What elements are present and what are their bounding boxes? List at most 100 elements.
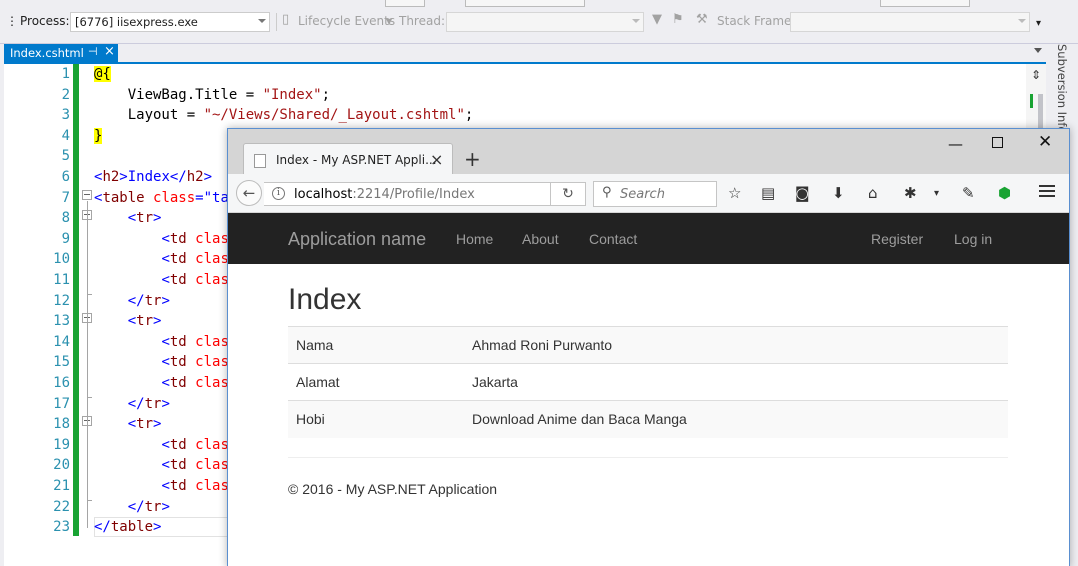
nav-register[interactable]: Register xyxy=(871,231,923,247)
subversion-info-tab[interactable]: Subversion Info xyxy=(1055,44,1069,133)
addon-shield-icon[interactable]: ⬢ xyxy=(998,184,1011,202)
line-number: 10 xyxy=(53,251,70,268)
minimize-icon[interactable]: — xyxy=(948,135,963,153)
close-icon[interactable]: × xyxy=(430,150,443,169)
page-footer: © 2016 - My ASP.NET Application xyxy=(288,481,498,497)
back-button[interactable]: ← xyxy=(236,180,262,206)
row-value: Download Anime dan Baca Manga xyxy=(464,400,1008,438)
tab-overflow-icon[interactable] xyxy=(1034,48,1042,53)
page-title: Index xyxy=(288,283,362,316)
code-line-12: </tr> xyxy=(127,292,170,309)
filter-icon[interactable]: ▼ xyxy=(652,12,662,27)
tab-index-cshtml[interactable]: Index.cshtml ⊣ × xyxy=(4,44,118,62)
change-tracking-bar xyxy=(73,64,79,536)
table-row: Alamat Jakarta xyxy=(288,363,1008,401)
line-number: 17 xyxy=(53,395,70,412)
table-row: Hobi Download Anime dan Baca Manga xyxy=(288,400,1008,438)
toolbar-overflow-row xyxy=(0,0,1078,8)
line-number: 18 xyxy=(53,416,70,433)
pocket-icon[interactable]: ◙ xyxy=(795,184,810,202)
brand-link[interactable]: Application name xyxy=(288,229,426,250)
nav-login[interactable]: Log in xyxy=(954,231,992,247)
line-number: 23 xyxy=(53,519,70,536)
web-page: Application name Home About Contact Regi… xyxy=(228,213,1069,566)
chevron-down-icon xyxy=(258,19,266,23)
process-grip-icon[interactable]: ⋮ xyxy=(6,14,18,28)
change-marker xyxy=(1030,94,1033,108)
stack-frame-combo[interactable] xyxy=(790,12,1030,32)
line-number: 9 xyxy=(61,230,70,247)
line-number: 20 xyxy=(53,457,70,474)
line-number: 12 xyxy=(53,292,70,309)
process-combo[interactable]: [6776] iisexpress.exe xyxy=(70,12,270,32)
code-line-21: <td clas xyxy=(161,478,229,494)
row-value: Jakarta xyxy=(464,363,1008,401)
line-number: 13 xyxy=(53,313,70,330)
line-number: 5 xyxy=(61,148,70,165)
search-icon: ⚲ xyxy=(602,185,612,200)
close-window-icon[interactable]: ✕ xyxy=(1038,132,1052,152)
addon-edit-icon[interactable]: ✎ xyxy=(962,184,975,202)
code-line-10: <td clas xyxy=(161,251,229,268)
pin-icon[interactable]: ⊣ xyxy=(88,45,98,58)
line-number: 19 xyxy=(53,436,70,453)
firefox-window: Index - My ASP.NET Appli... × + — ✕ ← i … xyxy=(227,128,1070,566)
line-number: 1 xyxy=(61,66,70,82)
nav-contact[interactable]: Contact xyxy=(589,231,637,247)
lifecycle-icon: ▯ xyxy=(282,12,290,27)
line-number: 2 xyxy=(61,86,70,103)
line-number: 16 xyxy=(53,375,70,391)
tab-title: Index.cshtml xyxy=(10,46,84,60)
code-line-2: ViewBag.Title = "Index"; xyxy=(94,86,331,103)
row-label: Alamat xyxy=(288,363,464,401)
code-line-4: } xyxy=(94,127,103,144)
browser-tab[interactable]: Index - My ASP.NET Appli... × xyxy=(243,143,453,175)
hamburger-menu-icon[interactable] xyxy=(1039,185,1055,199)
line-number: 4 xyxy=(61,127,70,144)
line-number: 6 xyxy=(61,169,70,185)
code-line-19: <td clas xyxy=(161,436,229,453)
reload-button[interactable]: ↻ xyxy=(550,182,586,206)
search-input[interactable]: ⚲ Search xyxy=(593,181,717,207)
line-number: 21 xyxy=(53,478,70,494)
chevron-down-icon xyxy=(632,19,640,23)
site-navbar: Application name Home About Contact Regi… xyxy=(228,213,1069,264)
browser-titlebar: Index - My ASP.NET Appli... × + — ✕ xyxy=(228,129,1069,175)
thread-combo[interactable] xyxy=(446,12,644,32)
fold-toggle-table[interactable] xyxy=(82,190,92,200)
toolbar-options-icon[interactable]: ▾ xyxy=(1036,18,1041,29)
code-line-3: Layout = "~/Views/Shared/_Layout.cshtml"… xyxy=(94,107,474,124)
close-icon[interactable]: × xyxy=(104,44,115,59)
addon-bug-icon[interactable]: ✱ xyxy=(904,184,917,202)
code-line-8: <tr> xyxy=(127,210,162,227)
stack-frame-icon[interactable]: ⚒ xyxy=(696,12,708,27)
reading-list-icon[interactable]: ▤ xyxy=(761,184,775,202)
line-number: 8 xyxy=(61,210,70,227)
download-icon[interactable]: ⬇ xyxy=(832,184,845,202)
line-number: 11 xyxy=(53,272,70,288)
new-tab-button[interactable]: + xyxy=(464,147,481,171)
lifecycle-events-button[interactable]: Lifecycle Events xyxy=(298,14,395,28)
line-number: 7 xyxy=(61,189,70,206)
code-line-1: @{ xyxy=(94,66,111,82)
flag-icon[interactable]: ⚑ xyxy=(672,12,684,27)
bookmark-star-icon[interactable]: ☆ xyxy=(728,184,741,202)
nav-about[interactable]: About xyxy=(522,231,559,247)
maximize-icon[interactable] xyxy=(992,137,1003,148)
home-icon[interactable]: ⌂ xyxy=(868,184,878,202)
row-label: Nama xyxy=(288,326,464,364)
url-bar[interactable]: i localhost:2214/Profile/Index xyxy=(264,182,584,206)
line-number: 15 xyxy=(53,354,70,371)
document-tab-bar: Index.cshtml ⊣ × xyxy=(0,44,1050,62)
separator xyxy=(276,13,277,31)
code-line-18: <tr> xyxy=(127,416,162,433)
nav-home[interactable]: Home xyxy=(456,231,493,247)
info-icon[interactable]: i xyxy=(272,187,285,200)
chevron-down-icon[interactable]: ▾ xyxy=(934,188,939,199)
code-line-11: <td clas xyxy=(161,272,229,288)
page-favicon-icon xyxy=(254,154,266,168)
code-line-7: <table class="ta xyxy=(94,189,229,206)
chevron-down-icon xyxy=(1018,19,1026,23)
search-placeholder: Search xyxy=(620,187,665,202)
split-editor-icon[interactable]: ⇕ xyxy=(1031,68,1041,82)
